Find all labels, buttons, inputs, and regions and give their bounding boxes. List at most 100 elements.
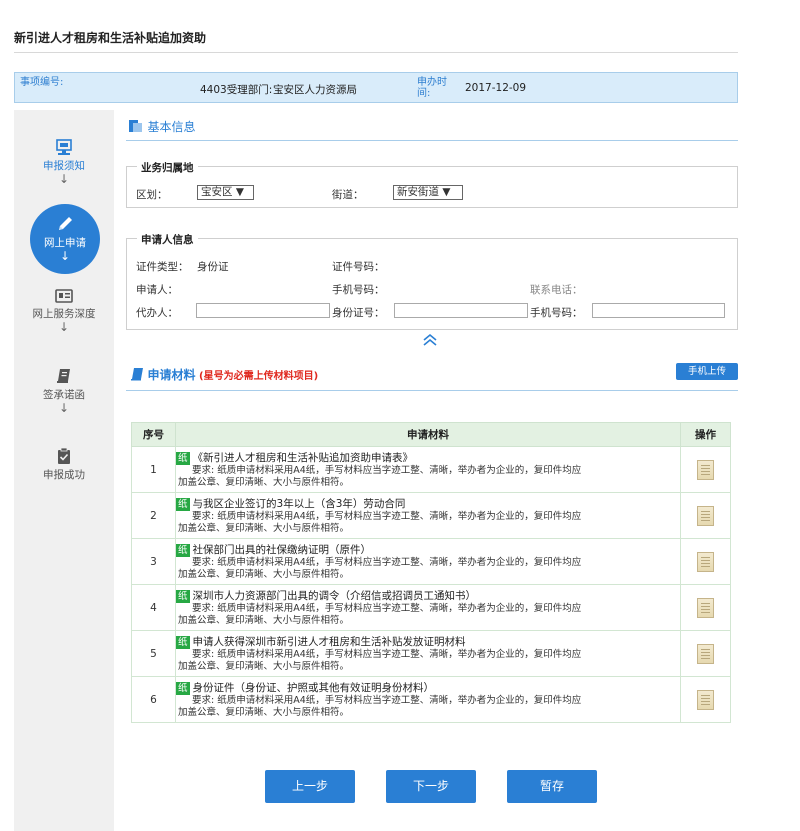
material-requirement: 要求: 纸质申请材料采用A4纸，手写材料应当字迹工整、清晰，举办者为企业的，复印…: [192, 464, 582, 476]
mobile-upload-button[interactable]: 手机上传: [676, 363, 738, 380]
info-bar: 事项编号: 4403受理部门: 宝安区人力资源局 申办时间: 2017-12-0…: [14, 72, 738, 103]
table-row: 3 纸社保部门出具的社保缴纳证明（原件） 要求: 纸质申请材料采用A4纸，手写材…: [131, 538, 731, 585]
business-legend: 业务归属地: [137, 160, 198, 175]
file-icon[interactable]: [697, 459, 714, 480]
agent-id-input[interactable]: [394, 303, 528, 318]
material-title: 社保部门出具的社保缴纳证明（原件）: [192, 543, 372, 556]
cert-type-value: 身份证: [197, 261, 229, 273]
paper-tag: 纸: [176, 451, 190, 465]
dept-value: 宝安区人力资源局: [273, 84, 357, 96]
street-label: 街道：: [332, 189, 364, 201]
business-location-group: 业务归属地 区划： 宝安区 ▼ 街道： 新安街道 ▼: [126, 160, 738, 208]
material-requirement-cont: 加盖公章、复印清晰、大小与原件相符。: [178, 706, 350, 718]
material-requirement: 要求: 纸质申请材料采用A4纸，手写材料应当字迹工整、清晰，举办者为企业的，复印…: [192, 602, 582, 614]
agent-label: 代办人：: [136, 307, 178, 319]
material-title: 与我区企业签订的3年以上（含3年）劳动合同: [192, 497, 406, 510]
row-number: 3: [131, 538, 176, 585]
materials-heading: 申请材料 (星号为必需上传材料项目): [130, 366, 318, 383]
material-requirement-cont: 加盖公章、复印清晰、大小与原件相符。: [178, 568, 350, 580]
step-online-apply[interactable]: 网上申请 ↓: [30, 204, 100, 274]
step-arrow: ↓: [58, 172, 70, 186]
save-draft-button[interactable]: 暂存: [507, 770, 597, 803]
row-number: 1: [131, 446, 176, 493]
material-title: 身份证件（身份证、护照或其他有效证明身份材料）: [192, 681, 435, 694]
row-number: 5: [131, 630, 176, 677]
file-icon[interactable]: [697, 643, 714, 664]
item-no-label: 事项编号:: [20, 77, 64, 88]
dept-label: 4403受理部门:: [200, 84, 273, 96]
material-title: 申请人获得深圳市新引进人才租房和生活补贴发放证明材料: [192, 635, 466, 648]
cert-type-label: 证件类型：: [136, 261, 189, 273]
step-notice-label: 申报须知: [43, 160, 85, 172]
materials-title: 申请材料: [147, 368, 196, 382]
material-title: 深圳市人力资源部门出具的调令（介绍信或招调员工通知书）: [192, 589, 477, 602]
material-requirement: 要求: 纸质申请材料采用A4纸，手写材料应当字迹工整、清晰，举办者为企业的，复印…: [192, 648, 582, 660]
clipboard-check-icon: [58, 447, 70, 464]
file-icon[interactable]: [697, 689, 714, 710]
phone-label: 手机号码：: [332, 284, 385, 296]
paper-tag: 纸: [176, 543, 190, 557]
paper-tag: 纸: [176, 589, 190, 603]
basic-info-title: 基本信息: [147, 120, 196, 134]
basic-info-heading: 基本信息: [128, 118, 196, 135]
cert-no-label: 证件号码：: [332, 261, 385, 273]
step-service-depth[interactable]: 网上服务深度 ↓: [14, 288, 114, 333]
column-header: 序号: [131, 422, 176, 447]
materials-divider: [126, 390, 738, 391]
material-requirement: 要求: 纸质申请材料采用A4纸，手写材料应当字迹工整、清晰，举办者为企业的，复印…: [192, 556, 582, 568]
column-header: 申请材料: [175, 422, 681, 447]
agent-phone-input[interactable]: [592, 303, 725, 318]
paper-tag: 纸: [176, 635, 190, 649]
document-icon: [129, 120, 142, 132]
column-header: 操作: [680, 422, 731, 447]
agent-input[interactable]: [196, 303, 330, 318]
street-select[interactable]: 新安街道 ▼: [393, 185, 463, 200]
paper-tag: 纸: [176, 497, 190, 511]
file-icon[interactable]: [697, 551, 714, 572]
step-sidebar: 申报须知 ↓ 网上申请 ↓ 网上服务深度 ↓ 签承诺函 ↓ 申报成功: [14, 110, 114, 831]
materials-table: 序号 申请材料 操作 1 纸《新引进人才租房和生活补贴追加资助申请表》 要求: …: [131, 422, 731, 723]
basic-info-divider: [126, 140, 738, 141]
table-row: 1 纸《新引进人才租房和生活补贴追加资助申请表》 要求: 纸质申请材料采用A4纸…: [131, 446, 731, 493]
row-number: 6: [131, 676, 176, 723]
collapse-icon[interactable]: [422, 333, 438, 347]
row-number: 2: [131, 492, 176, 539]
id-card-icon: [55, 289, 73, 303]
next-step-button[interactable]: 下一步: [386, 770, 476, 803]
contact-phone-label: 联系电话：: [530, 284, 583, 296]
applicant-legend: 申请人信息: [137, 232, 198, 247]
step-arrow: ↓: [58, 320, 70, 334]
material-requirement-cont: 加盖公章、复印清晰、大小与原件相符。: [178, 660, 350, 672]
paper-tag: 纸: [176, 681, 190, 695]
material-requirement: 要求: 纸质申请材料采用A4纸，手写材料应当字迹工整、清晰，举办者为企业的，复印…: [192, 694, 582, 706]
table-header-row: 序号 申请材料 操作: [131, 422, 731, 447]
date-value: 2017-12-09: [465, 82, 527, 94]
step-commitment[interactable]: 签承诺函 ↓: [14, 367, 114, 414]
prev-step-button[interactable]: 上一步: [265, 770, 355, 803]
pencil-icon: [59, 217, 72, 230]
table-row: 4 纸深圳市人力资源部门出具的调令（介绍信或招调员工通知书） 要求: 纸质申请材…: [131, 584, 731, 631]
material-requirement-cont: 加盖公章、复印清晰、大小与原件相符。: [178, 614, 350, 626]
table-row: 6 纸身份证件（身份证、护照或其他有效证明身份材料） 要求: 纸质申请材料采用A…: [131, 676, 731, 723]
material-requirement: 要求: 纸质申请材料采用A4纸，手写材料应当字迹工整、清晰，举办者为企业的，复印…: [192, 510, 582, 522]
monitor-icon: [56, 139, 72, 155]
document-stack-icon: [57, 369, 70, 383]
page-title: 新引进人才租房和生活补贴追加资助: [14, 31, 207, 45]
step-success-label: 申报成功: [43, 469, 85, 481]
title-divider: [14, 52, 738, 53]
agent-phone-label: 手机号码：: [530, 307, 583, 319]
applicant-label: 申请人：: [136, 284, 178, 296]
district-label: 区划：: [136, 189, 168, 201]
date-label: 申办时间:: [417, 77, 447, 99]
file-icon[interactable]: [697, 505, 714, 526]
table-row: 5 纸申请人获得深圳市新引进人才租房和生活补贴发放证明材料 要求: 纸质申请材料…: [131, 630, 731, 677]
step-service-depth-label: 网上服务深度: [32, 308, 96, 320]
step-notice[interactable]: 申报须知 ↓: [14, 138, 114, 185]
document-icon: [131, 368, 143, 381]
step-arrow: ↓: [58, 401, 70, 415]
agent-id-label: 身份证号：: [332, 307, 385, 319]
district-select[interactable]: 宝安区 ▼: [197, 185, 254, 200]
step-success[interactable]: 申报成功: [14, 447, 114, 482]
step-arrow: ↓: [59, 249, 71, 263]
file-icon[interactable]: [697, 597, 714, 618]
